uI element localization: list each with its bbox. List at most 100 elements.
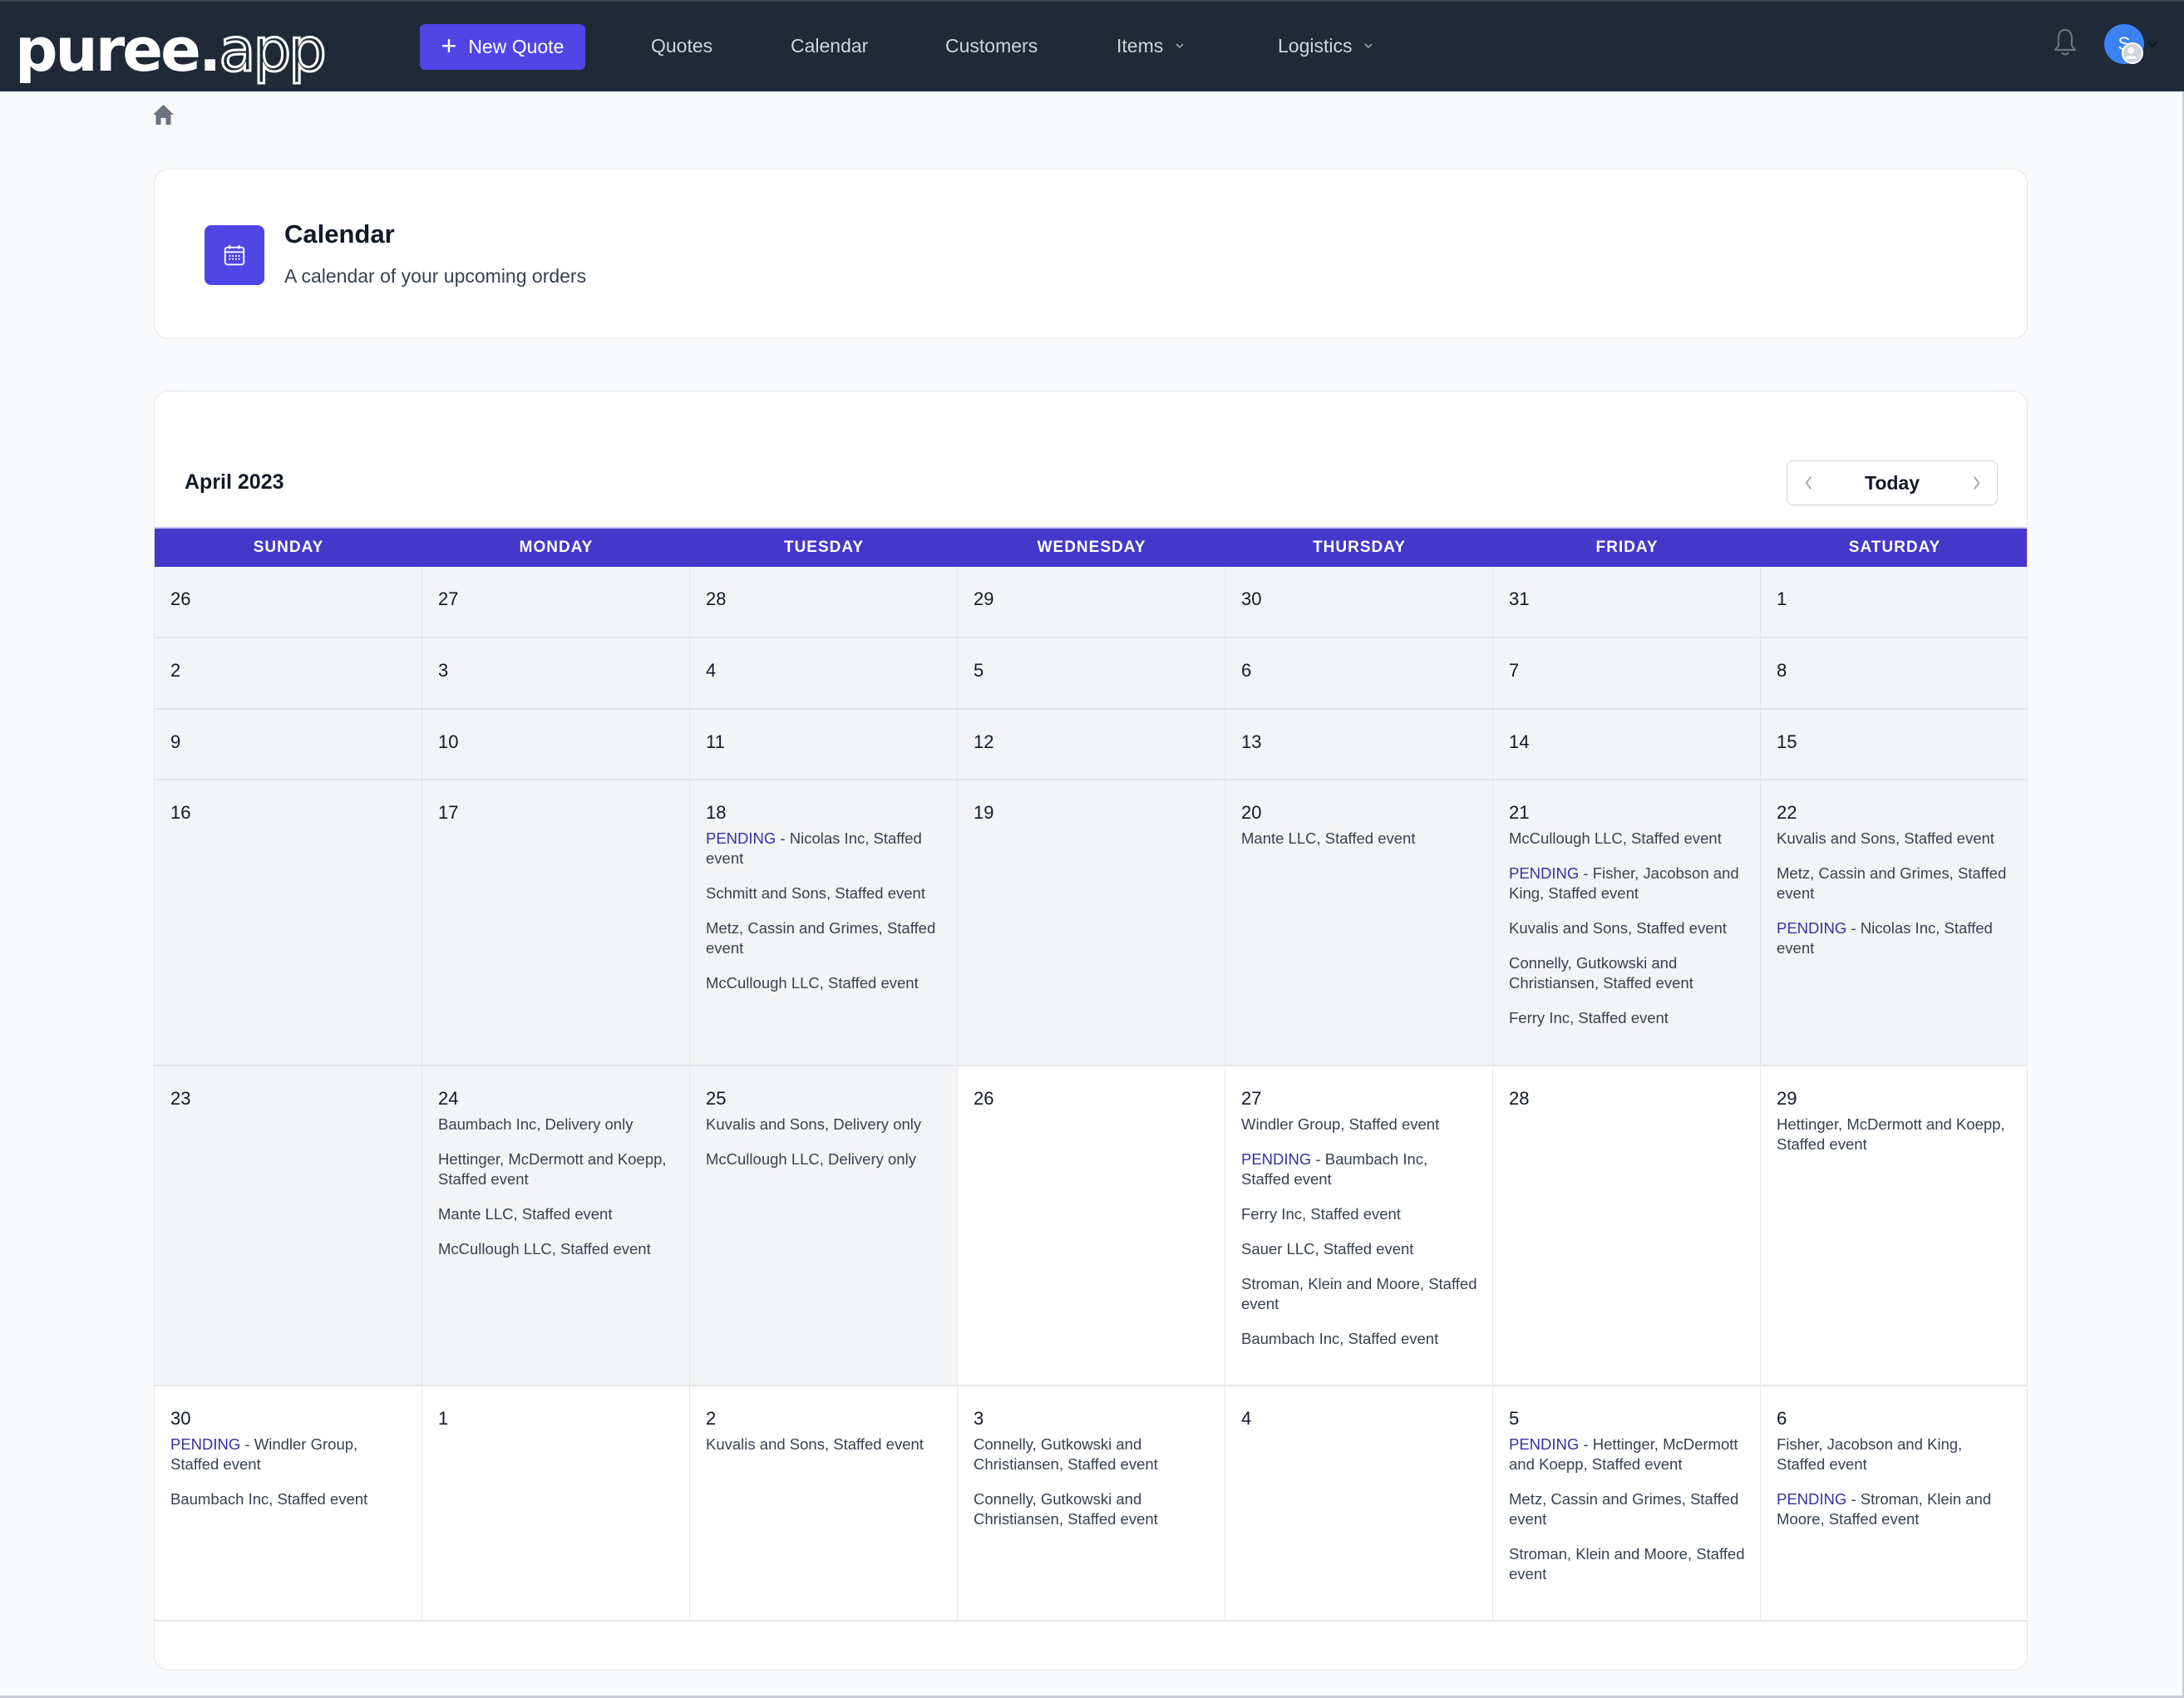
next-month-button[interactable] [1955,461,1997,504]
pending-event-item[interactable]: PENDING - Hettinger, McDermott and Koepp… [1509,1435,1745,1474]
event-item[interactable]: Stroman, Klein and Moore, Staffed event [1509,1544,1745,1584]
calendar-day-cell[interactable]: 15 [1761,710,2027,780]
calendar-day-cell[interactable]: 6 Fisher, Jacobson and King, Staffed even… [1761,1386,2027,1622]
calendar-day-cell[interactable]: 30 PENDING - Windler Group, Staffed event… [155,1386,422,1622]
event-item[interactable]: Metz, Cassin and Grimes, Staffed event [1509,1489,1745,1529]
event-item[interactable]: Baumbach Inc, Delivery only [438,1115,674,1134]
calendar-day-cell[interactable]: 9 [155,710,422,780]
calendar-day-cell[interactable]: 24 Baumbach Inc, Delivery only Hettinger, … [422,1066,690,1386]
home-icon[interactable] [152,104,175,126]
nav-link-customers[interactable]: Customers [945,32,1038,60]
calendar-day-cell[interactable]: 12 [958,710,1225,780]
app-logo[interactable]: puree.app [15,16,328,85]
calendar-day-cell[interactable]: 17 [422,780,690,1066]
event-item[interactable]: Ferry Inc, Staffed event [1509,1008,1745,1028]
event-item[interactable]: Windler Group, Staffed event [1241,1115,1477,1134]
event-item[interactable]: McCullough LLC, Delivery only [706,1149,942,1169]
previous-month-button[interactable] [1787,461,1829,504]
calendar-day-cell[interactable]: 3 [422,638,690,710]
calendar-day-cell[interactable]: 3 Connelly, Gutkowski and Christiansen, S… [958,1386,1225,1622]
calendar-day-cell[interactable]: 10 [422,710,690,780]
calendar-day-cell[interactable]: 28 [1493,1066,1761,1386]
calendar-day-cell[interactable]: 2 Kuvalis and Sons, Staffed event [690,1386,958,1622]
event-item[interactable]: Ferry Inc, Staffed event [1241,1204,1477,1224]
calendar-day-cell[interactable]: 13 [1225,710,1493,780]
event-item[interactable]: Stroman, Klein and Moore, Staffed event [1241,1274,1477,1314]
event-item[interactable]: McCullough LLC, Staffed event [438,1239,674,1259]
pending-separator: - [240,1435,254,1453]
calendar-day-cell[interactable]: 30 [1225,567,1493,638]
calendar-day-cell[interactable]: 20 Mante LLC, Staffed event [1225,780,1493,1066]
calendar-day-cell[interactable]: 29 Hettinger, McDermott and Koepp, Staffe… [1761,1066,2027,1386]
calendar-day-cell[interactable]: 18 PENDING - Nicolas Inc, Staffed event Sc… [690,780,958,1066]
event-item[interactable]: Kuvalis and Sons, Staffed event [1509,918,1745,938]
event-item[interactable]: Sauer LLC, Staffed event [1241,1239,1477,1259]
calendar-day-cell[interactable]: 25 Kuvalis and Sons, Delivery only McCullo… [690,1066,958,1386]
nav-link-quotes[interactable]: Quotes [651,32,712,60]
nav-link-calendar[interactable]: Calendar [791,32,868,60]
calendar-day-cell[interactable]: 27 [422,567,690,638]
day-number: 31 [1509,588,1530,609]
pending-event-item[interactable]: PENDING - Baumbach Inc, Staffed event [1241,1149,1477,1189]
nav-link-logistics[interactable]: Logistics [1278,32,1373,60]
calendar-day-cell[interactable]: 26 [155,567,422,638]
day-number: 6 [1777,1408,1787,1429]
event-item[interactable]: Fisher, Jacobson and King, Staffed event [1777,1435,2014,1474]
pending-event-item[interactable]: PENDING - Nicolas Inc, Staffed event [1777,918,2014,958]
calendar-day-cell[interactable]: 5 [958,638,1225,710]
calendar-day-cell[interactable]: 22 Kuvalis and Sons, Staffed event Metz, C… [1761,780,2027,1066]
calendar-day-cell[interactable]: 26 [958,1066,1225,1386]
event-item[interactable]: Kuvalis and Sons, Staffed event [706,1435,942,1454]
calendar-day-cell[interactable]: 8 [1761,638,2027,710]
event-item[interactable]: Mante LLC, Staffed event [438,1204,674,1224]
calendar-day-cell[interactable]: 5 PENDING - Hettinger, McDermott and Koep… [1493,1386,1761,1622]
event-item[interactable]: Kuvalis and Sons, Delivery only [706,1115,942,1134]
event-item[interactable]: Baumbach Inc, Staffed event [1241,1329,1477,1349]
event-text: Stroman, Klein and Moore, Staffed event [1241,1275,1477,1312]
event-item[interactable]: Metz, Cassin and Grimes, Staffed event [1777,864,2014,903]
calendar-day-cell[interactable]: 4 [690,638,958,710]
calendar-day-cell[interactable]: 7 [1493,638,1761,710]
day-number: 28 [1509,1088,1530,1109]
calendar-day-cell[interactable]: 4 [1225,1386,1493,1622]
event-text: Ferry Inc, Staffed event [1241,1205,1401,1223]
bell-icon[interactable] [2052,27,2078,58]
nav-link-items[interactable]: Items [1117,32,1185,60]
event-item[interactable]: Hettinger, McDermott and Koepp, Staffed … [1777,1115,2014,1154]
event-item[interactable]: McCullough LLC, Staffed event [1509,829,1745,849]
chevron-down-icon[interactable] [2147,40,2158,48]
calendar-day-cell[interactable]: 14 [1493,710,1761,780]
calendar-day-cell[interactable]: 21 McCullough LLC, Staffed event PENDING -… [1493,780,1761,1066]
event-item[interactable]: Connelly, Gutkowski and Christiansen, St… [1509,953,1745,993]
pending-event-item[interactable]: PENDING - Stroman, Klein and Moore, Staf… [1777,1489,2014,1529]
calendar-day-cell[interactable]: 16 [155,780,422,1066]
calendar-day-cell[interactable]: 27 Windler Group, Staffed event PENDING - … [1225,1066,1493,1386]
chevron-left-icon [1805,476,1812,490]
calendar-day-cell[interactable]: 6 [1225,638,1493,710]
calendar-day-cell[interactable]: 28 [690,567,958,638]
event-item[interactable]: Metz, Cassin and Grimes, Staffed event [706,918,942,958]
event-item[interactable]: McCullough LLC, Staffed event [706,973,942,993]
event-item[interactable]: Baumbach Inc, Staffed event [170,1489,407,1509]
pending-event-item[interactable]: PENDING - Windler Group, Staffed event [170,1435,407,1474]
new-quote-button[interactable]: + New Quote [420,24,585,70]
calendar-day-cell[interactable]: 2 [155,638,422,710]
event-item[interactable]: Hettinger, McDermott and Koepp, Staffed … [438,1149,674,1189]
chevron-right-icon [1973,476,1979,490]
calendar-day-cell[interactable]: 23 [155,1066,422,1386]
calendar-day-cell[interactable]: 29 [958,567,1225,638]
event-item[interactable]: Kuvalis and Sons, Staffed event [1777,829,2014,849]
calendar-day-cell[interactable]: 1 [1761,567,2027,638]
calendar-day-cell[interactable]: 31 [1493,567,1761,638]
event-item[interactable]: Schmitt and Sons, Staffed event [706,883,942,903]
event-item[interactable]: Mante LLC, Staffed event [1241,829,1477,849]
event-item[interactable]: Connelly, Gutkowski and Christiansen, St… [974,1489,1210,1529]
pending-event-item[interactable]: PENDING - Fisher, Jacobson and King, Sta… [1509,864,1745,903]
calendar-day-cell[interactable]: 19 [958,780,1225,1066]
event-text: McCullough LLC, Staffed event [438,1240,651,1258]
event-item[interactable]: Connelly, Gutkowski and Christiansen, St… [974,1435,1210,1474]
pending-event-item[interactable]: PENDING - Nicolas Inc, Staffed event [706,829,942,869]
calendar-day-cell[interactable]: 11 [690,710,958,780]
calendar-day-cell[interactable]: 1 [422,1386,690,1622]
today-button[interactable]: Today [1829,461,1955,504]
